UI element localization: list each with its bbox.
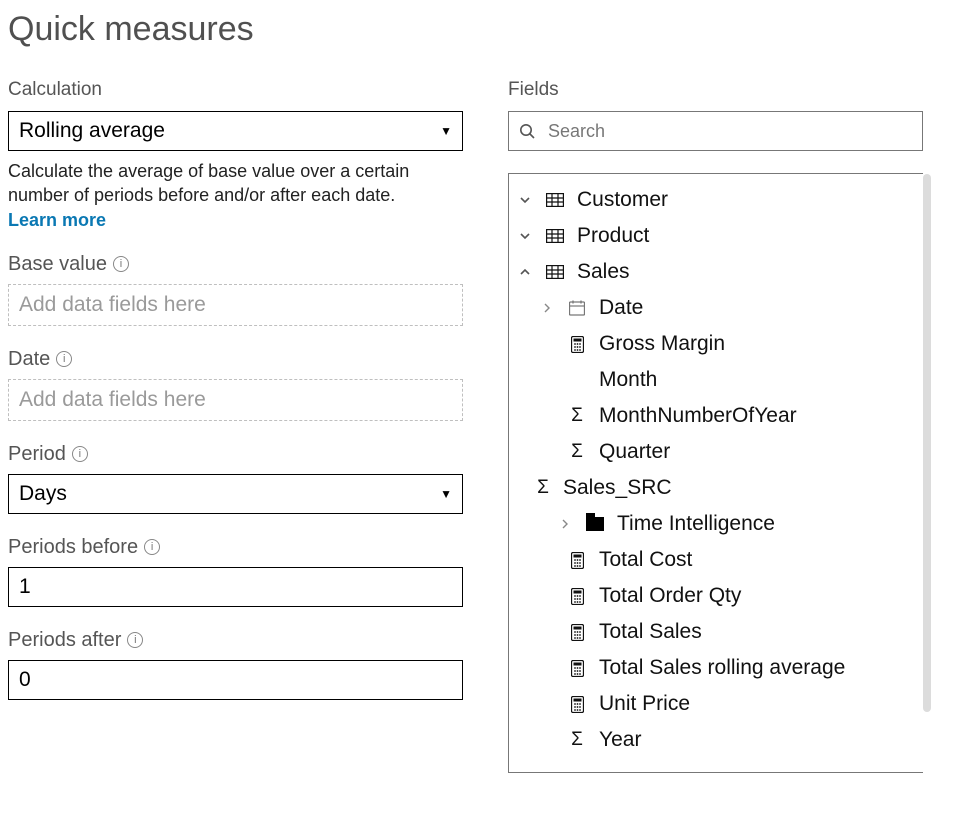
calculation-select-value: Rolling average xyxy=(19,119,165,143)
measure-icon xyxy=(565,696,589,713)
periods-after-label: Periods after i xyxy=(8,629,463,652)
table-sales[interactable]: Sales xyxy=(515,254,919,290)
table-icon xyxy=(543,265,567,279)
calculation-panel: Calculation Rolling average ▼ Calculate … xyxy=(8,79,463,773)
table-customer[interactable]: Customer xyxy=(515,182,919,218)
info-icon[interactable]: i xyxy=(113,256,129,272)
fields-search-input[interactable] xyxy=(546,120,912,143)
field-label: Time Intelligence xyxy=(617,512,775,536)
info-icon[interactable]: i xyxy=(72,446,88,462)
calculation-label: Calculation xyxy=(8,79,463,101)
base-value-placeholder: Add data fields here xyxy=(19,293,206,317)
field-label: Total Sales xyxy=(599,620,702,644)
chevron-down-icon xyxy=(517,194,533,206)
field-label: Total Sales rolling average xyxy=(599,656,845,680)
periods-before-input[interactable] xyxy=(8,567,463,607)
field-year[interactable]: Σ Year xyxy=(515,722,919,758)
field-quarter[interactable]: Σ Quarter xyxy=(515,434,919,470)
chevron-down-icon xyxy=(517,230,533,242)
date-dropzone[interactable]: Add data fields here xyxy=(8,379,463,421)
field-label: Year xyxy=(599,728,641,752)
measure-icon xyxy=(565,336,589,353)
field-label: Gross Margin xyxy=(599,332,725,356)
field-label: Total Order Qty xyxy=(599,584,741,608)
field-unit-price[interactable]: Unit Price xyxy=(515,686,919,722)
calculation-description: Calculate the average of base value over… xyxy=(8,159,463,208)
date-label: Date i xyxy=(8,348,463,371)
table-label: Customer xyxy=(577,188,668,212)
measure-icon xyxy=(565,588,589,605)
sigma-icon: Σ xyxy=(565,441,589,463)
date-placeholder: Add data fields here xyxy=(19,388,206,412)
chevron-down-icon: ▼ xyxy=(440,487,452,501)
field-label: Quarter xyxy=(599,440,670,464)
info-icon[interactable]: i xyxy=(127,632,143,648)
measure-icon xyxy=(565,660,589,677)
learn-more-link[interactable]: Learn more xyxy=(8,210,106,231)
field-total-sales[interactable]: Total Sales xyxy=(515,614,919,650)
fields-label: Fields xyxy=(508,79,923,101)
table-label: Product xyxy=(577,224,649,248)
field-label: Unit Price xyxy=(599,692,690,716)
table-label: Sales xyxy=(577,260,630,284)
page-title: Quick measures xyxy=(8,10,949,49)
periods-before-label: Periods before i xyxy=(8,536,463,559)
table-icon xyxy=(543,229,567,243)
info-icon[interactable]: i xyxy=(56,351,72,367)
sigma-icon: Σ xyxy=(533,477,553,499)
period-select[interactable]: Days ▼ xyxy=(8,474,463,514)
field-label: Date xyxy=(599,296,643,320)
field-label: MonthNumberOfYear xyxy=(599,404,797,428)
base-value-dropzone[interactable]: Add data fields here xyxy=(8,284,463,326)
chevron-right-icon xyxy=(557,519,573,529)
field-label: Month xyxy=(599,368,657,392)
scrollbar[interactable] xyxy=(923,174,931,712)
field-total-order-qty[interactable]: Total Order Qty xyxy=(515,578,919,614)
calendar-icon xyxy=(565,300,589,316)
folder-icon xyxy=(583,517,607,531)
measure-icon xyxy=(565,552,589,569)
field-label: Total Cost xyxy=(599,548,692,572)
fields-tree: Customer Product Sales xyxy=(508,173,923,773)
field-gross-margin[interactable]: Gross Margin xyxy=(515,326,919,362)
folder-time-intelligence[interactable]: Time Intelligence xyxy=(515,506,919,542)
field-sales-src[interactable]: Σ Sales_SRC xyxy=(515,470,919,506)
chevron-down-icon: ▼ xyxy=(440,124,452,138)
field-date[interactable]: Date xyxy=(515,290,919,326)
sigma-icon: Σ xyxy=(565,405,589,427)
table-icon xyxy=(543,193,567,207)
fields-panel: Fields Customer P xyxy=(508,79,923,773)
periods-after-input[interactable] xyxy=(8,660,463,700)
info-icon[interactable]: i xyxy=(144,539,160,555)
field-total-cost[interactable]: Total Cost xyxy=(515,542,919,578)
field-total-sales-rolling[interactable]: Total Sales rolling average xyxy=(515,650,919,686)
fields-search[interactable] xyxy=(508,111,923,151)
field-month-number[interactable]: Σ MonthNumberOfYear xyxy=(515,398,919,434)
chevron-up-icon xyxy=(517,266,533,278)
base-value-label: Base value i xyxy=(8,253,463,276)
chevron-right-icon xyxy=(539,303,555,313)
field-month[interactable]: Month xyxy=(515,362,919,398)
measure-icon xyxy=(565,624,589,641)
search-icon xyxy=(519,123,536,140)
calculation-select[interactable]: Rolling average ▼ xyxy=(8,111,463,151)
sigma-icon: Σ xyxy=(565,729,589,751)
period-select-value: Days xyxy=(19,482,67,506)
table-product[interactable]: Product xyxy=(515,218,919,254)
field-label: Sales_SRC xyxy=(563,476,672,500)
period-label: Period i xyxy=(8,443,463,466)
